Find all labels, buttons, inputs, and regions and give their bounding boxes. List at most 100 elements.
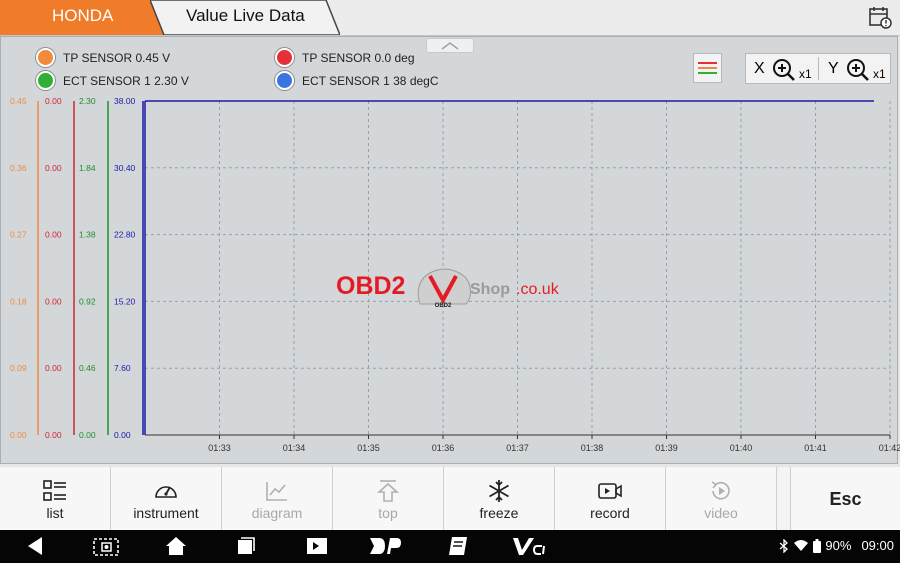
list-label: list — [46, 505, 64, 521]
status-bar: 90% 09:00 — [779, 538, 894, 553]
zoom-y-label: Y — [828, 60, 839, 77]
esc-label: Esc — [829, 489, 862, 509]
page-title: Value Live Data — [186, 6, 305, 25]
instrument-button[interactable]: instrument — [111, 467, 222, 530]
tab-honda-label: HONDA — [52, 6, 114, 25]
legend-item-ect-sensor-v: ECT SENSOR 1 2.30 V — [36, 71, 189, 90]
top-label: top — [378, 505, 398, 521]
obd2shop-logo: OBD2 OBD2 Shop .co.uk — [336, 262, 576, 310]
x-tick-label: 01:35 — [357, 443, 380, 453]
dp-app-icon[interactable] — [368, 535, 402, 557]
y-tick-label: 0.36 — [10, 163, 27, 173]
series-menu-button[interactable] — [693, 53, 722, 83]
legend-dot — [36, 48, 55, 67]
top-bar: HONDA Value Live Data — [0, 0, 900, 36]
wifi-icon — [794, 540, 809, 551]
manual-book-icon[interactable] — [447, 535, 469, 557]
battery-icon — [813, 538, 822, 553]
video-camera-icon — [598, 483, 622, 499]
zoom-x-factor: x1 — [799, 67, 812, 81]
diagram-label: diagram — [251, 505, 303, 521]
x-tick-label: 01:40 — [730, 443, 753, 453]
y-tick-label: 30.40 — [114, 163, 136, 173]
bottom-toolbar: list instrument diagram top freeze recor… — [0, 467, 900, 530]
legend-dot — [36, 71, 55, 90]
collapse-button[interactable] — [426, 38, 474, 53]
freeze-button[interactable]: freeze — [444, 467, 555, 530]
x-tick-label: 01:41 — [804, 443, 827, 453]
legend-label: TP SENSOR 0.45 V — [63, 50, 171, 65]
zoom-in-icon — [773, 59, 795, 81]
freeze-label: freeze — [479, 505, 519, 521]
vci-connect-icon[interactable] — [512, 535, 546, 557]
legend-item-tp-sensor-v: TP SENSOR 0.45 V — [36, 48, 170, 67]
diagram-button[interactable]: diagram — [222, 467, 333, 530]
zoom-y-button[interactable]: Y x1 — [819, 54, 891, 83]
legend-label: ECT SENSOR 1 2.30 V — [63, 73, 189, 88]
y-tick-label: 0.46 — [79, 363, 96, 373]
y-tick-label: 0.09 — [10, 363, 27, 373]
y-tick-label: 0.00 — [45, 163, 62, 173]
list-button[interactable]: list — [0, 467, 111, 530]
legend-item-ect-sensor-degc: ECT SENSOR 1 38 degC — [275, 71, 439, 90]
y-tick-label: 0.00 — [45, 296, 62, 306]
x-tick-label: 01:34 — [283, 443, 306, 453]
battery-level: 90% — [825, 538, 852, 553]
recent-apps-icon[interactable] — [235, 535, 257, 557]
zoom-x-label: X — [754, 60, 765, 77]
x-tick-label: 01:39 — [655, 443, 678, 453]
tab-honda[interactable]: HONDA — [0, 0, 168, 35]
tab-value-live-data[interactable]: Value Live Data — [149, 0, 342, 36]
y-tick-label: 0.92 — [79, 296, 96, 306]
logo-text-left: OBD2 — [336, 272, 405, 300]
y-tick-label: 0.00 — [114, 430, 131, 440]
y-tick-label: 7.60 — [114, 363, 131, 373]
clock: 09:00 — [861, 538, 894, 553]
logo-text-domain: .co.uk — [516, 281, 560, 298]
video-button[interactable]: video — [666, 467, 777, 530]
zoom-in-icon — [847, 59, 869, 81]
legend-dot — [275, 48, 294, 67]
y-tick-label: 0.45 — [10, 96, 27, 106]
x-tick-label: 01:42 — [879, 443, 900, 453]
menu-lines-icon — [698, 62, 717, 74]
bluetooth-icon — [779, 538, 789, 553]
y-tick-label: 0.27 — [10, 230, 27, 240]
line-chart-icon — [266, 482, 287, 501]
legend-dot — [275, 71, 294, 90]
record-button[interactable]: record — [555, 467, 666, 530]
snowflake-icon — [489, 480, 509, 502]
legend-label: ECT SENSOR 1 38 degC — [302, 73, 439, 88]
legend-item-tp-sensor-deg: TP SENSOR 0.0 deg — [275, 48, 415, 67]
zoom-y-factor: x1 — [873, 67, 886, 81]
chevron-up-icon — [441, 42, 459, 50]
x-tick-label: 01:38 — [581, 443, 604, 453]
y-tick-label: 0.00 — [45, 430, 62, 440]
y-tick-label: 0.00 — [10, 430, 27, 440]
calendar-alert-icon[interactable] — [868, 5, 892, 29]
list-icon — [43, 480, 66, 501]
y-tick-label: 1.84 — [79, 163, 96, 173]
y-tick-label: 22.80 — [114, 230, 136, 240]
logo-badge-text: OBD2 — [435, 303, 452, 309]
vci-app-icon[interactable] — [305, 535, 329, 557]
y-tick-label: 2.30 — [79, 96, 96, 106]
zoom-x-button[interactable]: X x1 — [746, 54, 818, 83]
replay-icon — [711, 481, 730, 500]
android-nav-bar: 90% 09:00 — [0, 530, 900, 563]
gauge-icon — [155, 486, 177, 498]
y-tick-label: 0.00 — [45, 230, 62, 240]
top-button[interactable]: top — [333, 467, 444, 530]
legend-label: TP SENSOR 0.0 deg — [302, 50, 415, 65]
back-icon[interactable] — [24, 535, 46, 557]
y-tick-label: 38.00 — [114, 96, 136, 106]
esc-button[interactable]: Esc — [790, 467, 900, 530]
home-icon[interactable] — [165, 535, 187, 557]
y-tick-label: 0.00 — [79, 430, 96, 440]
video-label: video — [704, 505, 738, 521]
y-tick-label: 15.20 — [114, 296, 136, 306]
screenshot-icon[interactable] — [93, 535, 119, 557]
record-label: record — [590, 505, 630, 521]
logo-text-right: Shop — [470, 281, 510, 298]
logo-car-icon: OBD2 — [417, 268, 471, 309]
